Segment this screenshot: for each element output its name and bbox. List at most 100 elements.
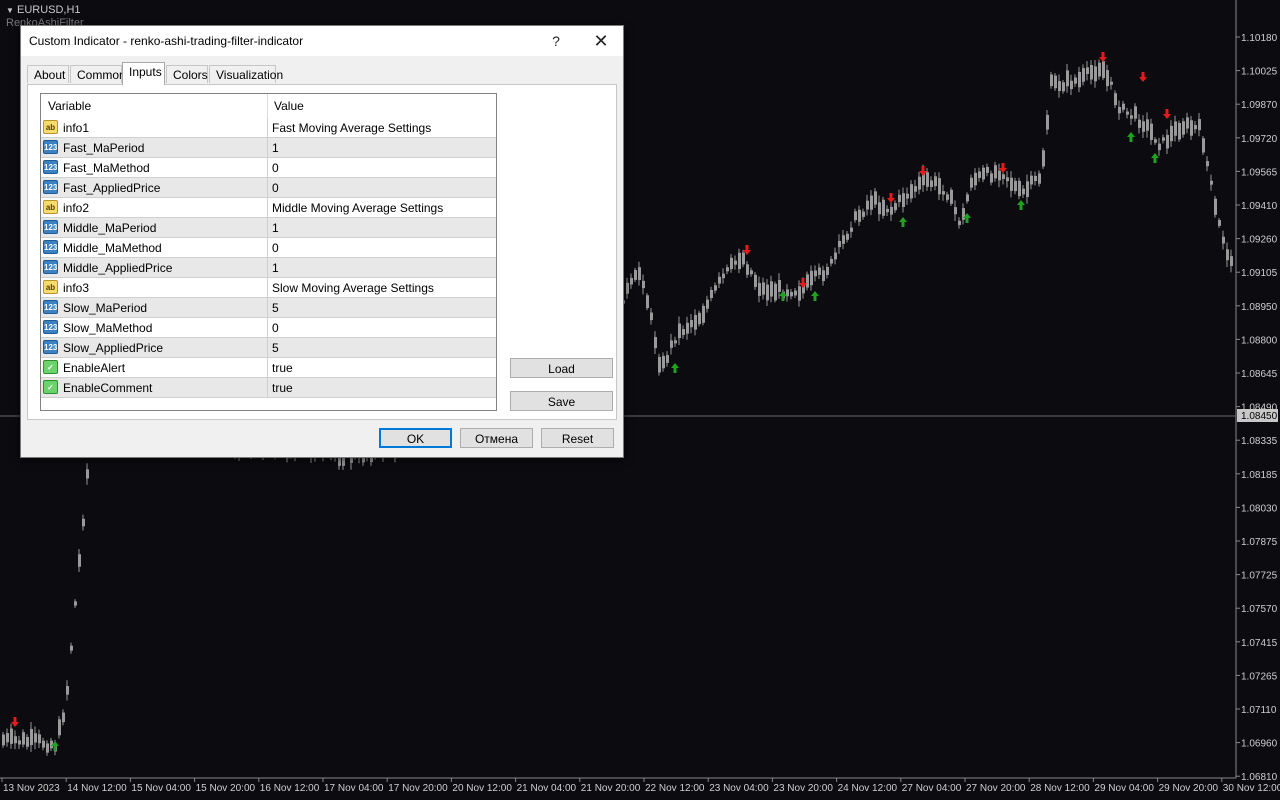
input-row-fast-appliedprice[interactable]: 123 Fast_AppliedPrice 0	[41, 178, 496, 198]
candle-body	[1138, 119, 1141, 128]
candle-body	[902, 193, 905, 207]
number-type-icon: 123	[43, 300, 58, 314]
candle-body	[706, 299, 709, 309]
variable-value[interactable]: true	[272, 361, 293, 375]
candle-body	[770, 281, 773, 297]
cell-divider	[267, 218, 268, 238]
candle-body	[730, 257, 733, 270]
candle-body	[1190, 120, 1193, 136]
candle-body	[14, 736, 17, 744]
time-tick-label: 27 Nov 04:00	[902, 783, 962, 794]
candle-body	[670, 340, 673, 348]
load-button[interactable]: Load	[510, 358, 613, 378]
variable-value[interactable]: 1	[272, 221, 279, 235]
candle-body	[1054, 75, 1057, 89]
candle-body	[1130, 115, 1133, 119]
variable-value[interactable]: 0	[272, 161, 279, 175]
column-divider[interactable]	[267, 94, 268, 118]
variable-name: info1	[63, 121, 90, 135]
help-icon[interactable]: ?	[541, 30, 571, 52]
input-row-info1[interactable]: ab info1 Fast Moving Average Settings	[41, 118, 496, 138]
price-tick-label: 1.09410	[1241, 201, 1278, 212]
number-type-icon: 123	[43, 240, 58, 254]
candle-body	[22, 732, 25, 745]
number-type-icon: 123	[43, 260, 58, 274]
candle-body	[30, 728, 33, 746]
candle-body	[1074, 77, 1077, 84]
cell-divider	[267, 238, 268, 258]
dialog-titlebar[interactable]: Custom Indicator - renko-ashi-trading-fi…	[21, 26, 623, 56]
input-row-fast-mamethod[interactable]: 123 Fast_MaMethod 0	[41, 158, 496, 178]
variable-value[interactable]: 1	[272, 261, 279, 275]
variable-value[interactable]: 5	[272, 301, 279, 315]
chart-menu-icon[interactable]: ▼	[6, 6, 14, 15]
input-row-info2[interactable]: ab info2 Middle Moving Average Settings	[41, 198, 496, 218]
input-row-slow-maperiod[interactable]: 123 Slow_MaPeriod 5	[41, 298, 496, 318]
variable-value[interactable]: 1	[272, 141, 279, 155]
time-tick-label: 23 Nov 04:00	[709, 783, 769, 794]
candle-body	[722, 273, 725, 279]
candle-body	[1042, 150, 1045, 167]
candle-body	[834, 252, 837, 260]
candle-body	[838, 240, 841, 248]
input-row-enablecomment[interactable]: ✓ EnableComment true	[41, 378, 496, 398]
candle-body	[762, 282, 765, 295]
variable-value[interactable]: Slow Moving Average Settings	[272, 281, 434, 295]
candle-body	[810, 270, 813, 286]
input-row-slow-mamethod[interactable]: 123 Slow_MaMethod 0	[41, 318, 496, 338]
variable-value[interactable]: 0	[272, 241, 279, 255]
time-tick-label: 24 Nov 12:00	[838, 783, 898, 794]
input-row-middle-appliedprice[interactable]: 123 Middle_AppliedPrice 1	[41, 258, 496, 278]
variable-name: Fast_AppliedPrice	[63, 181, 161, 195]
cell-divider	[267, 378, 268, 398]
reset-button[interactable]: Reset	[541, 428, 614, 448]
candle-body	[1178, 122, 1181, 140]
close-icon[interactable]: ✕	[586, 30, 616, 52]
variable-value[interactable]: Middle Moving Average Settings	[272, 201, 443, 215]
input-row-middle-maperiod[interactable]: 123 Middle_MaPeriod 1	[41, 218, 496, 238]
tab-common[interactable]: Common	[70, 65, 126, 83]
variable-value[interactable]: 5	[272, 341, 279, 355]
cancel-button[interactable]: Отмена	[460, 428, 533, 448]
tab-colors[interactable]: Colors	[166, 65, 208, 83]
candle-body	[1134, 106, 1137, 119]
candle-body	[1118, 106, 1121, 114]
cell-divider	[267, 158, 268, 178]
variable-name: info2	[63, 201, 90, 215]
candle-body	[894, 203, 897, 211]
candle-body	[1098, 62, 1101, 77]
candle-body	[654, 337, 657, 349]
price-tick-label: 1.06810	[1241, 772, 1278, 783]
price-tick-label: 1.07265	[1241, 671, 1278, 682]
candle-body	[830, 258, 833, 264]
ok-button[interactable]: OK	[379, 428, 452, 448]
cell-divider	[267, 258, 268, 278]
input-row-fast-maperiod[interactable]: 123 Fast_MaPeriod 1	[41, 138, 496, 158]
candle-body	[850, 227, 853, 232]
column-value[interactable]: Value	[274, 99, 304, 113]
candle-body	[698, 312, 701, 325]
candle-body	[34, 733, 37, 743]
candle-body	[1038, 173, 1041, 184]
tab-visualization[interactable]: Visualization	[209, 65, 283, 83]
candle-body	[758, 282, 761, 296]
input-row-info3[interactable]: ab info3 Slow Moving Average Settings	[41, 278, 496, 298]
variable-name: Slow_MaPeriod	[63, 301, 148, 315]
candle-body	[898, 194, 901, 202]
candle-body	[742, 252, 745, 265]
tab-inputs[interactable]: Inputs	[122, 62, 165, 85]
variable-value[interactable]: Fast Moving Average Settings	[272, 121, 431, 135]
candle-body	[1034, 175, 1037, 182]
input-row-middle-mamethod[interactable]: 123 Middle_MaMethod 0	[41, 238, 496, 258]
variable-value[interactable]: true	[272, 381, 293, 395]
variable-value[interactable]: 0	[272, 321, 279, 335]
column-variable[interactable]: Variable	[48, 99, 91, 113]
tab-about[interactable]: About	[27, 65, 69, 83]
input-row-slow-appliedprice[interactable]: 123 Slow_AppliedPrice 5	[41, 338, 496, 358]
save-button[interactable]: Save	[510, 391, 613, 411]
candle-body	[1230, 256, 1233, 266]
input-row-enablealert[interactable]: ✓ EnableAlert true	[41, 358, 496, 378]
candle-body	[778, 280, 781, 292]
candle-body	[1222, 236, 1225, 244]
variable-value[interactable]: 0	[272, 181, 279, 195]
